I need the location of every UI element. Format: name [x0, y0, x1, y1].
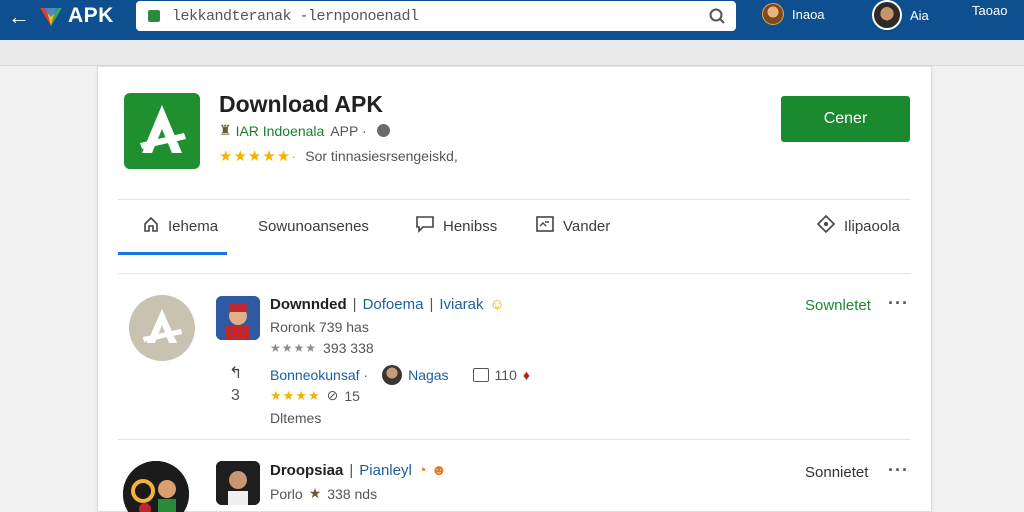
avatar[interactable] — [216, 296, 260, 340]
item-link-user[interactable]: Nagas — [408, 367, 448, 383]
avatar[interactable] — [382, 365, 403, 385]
top-user-1[interactable]: Inaoa — [762, 3, 825, 25]
app-subtitle: ♜ IAR Indoenala APP · — [219, 122, 390, 139]
comment-count: 15 — [344, 387, 360, 404]
meta-star-icon: ★ — [308, 485, 322, 501]
more-options-icon[interactable]: ··· — [888, 293, 909, 314]
developer-badge-icon: ♜ — [219, 122, 232, 138]
tab-label: Ilipaoola — [844, 217, 900, 235]
item-rating: ★★★★ 393 338 — [270, 340, 374, 356]
status-label: Sownletet — [805, 297, 871, 314]
app-rating: ★★★★★· Sor tinnasiesrsengeiskd, — [219, 147, 458, 165]
emoji-icon: ☺ — [489, 296, 505, 313]
tab-second[interactable]: Sowunoansenes — [258, 215, 369, 237]
toolbar-strip — [0, 40, 1024, 66]
item-tag[interactable]: Pianleyl — [359, 462, 412, 479]
primary-action-button[interactable]: Cener — [781, 96, 910, 142]
image-icon — [535, 215, 555, 237]
rating-count: 393 338 — [323, 340, 374, 356]
back-arrow-icon[interactable]: ← — [8, 6, 30, 28]
developer-name[interactable]: IAR Indoenala — [236, 123, 325, 139]
puzzle-icon — [816, 214, 836, 238]
item-tag[interactable]: Dofoema — [363, 296, 424, 313]
divider — [118, 199, 911, 200]
item-link-row: Bonneokunsaf · Nagas 110 ♦ — [270, 365, 530, 385]
search-icon[interactable] — [708, 7, 726, 25]
item-tag[interactable]: Iviarak — [439, 296, 483, 313]
top-user-name: Taoao — [972, 3, 1008, 18]
item-meta: Porlo ★ 338 nds — [270, 485, 377, 502]
item-meta-text: Porlo — [270, 485, 303, 502]
item-logo-icon — [129, 295, 195, 361]
tab-third[interactable]: Henibss — [415, 215, 497, 237]
url-bar[interactable]: lekkandteranak -lernponoenadl — [136, 1, 736, 31]
brand[interactable]: APK — [38, 4, 114, 28]
share-icon[interactable]: ↰ — [229, 363, 242, 383]
avatar — [872, 0, 902, 30]
item-title-row: Droopsiaa | Pianleyl ◔ ☻ — [270, 462, 447, 479]
item-logo-icon — [123, 461, 189, 512]
rating-stars: ★★★★★· — [219, 148, 298, 165]
active-tab-indicator — [118, 252, 227, 255]
chat-icon — [415, 215, 435, 237]
avatar — [762, 3, 784, 25]
tab-label: Vander — [563, 217, 611, 235]
url-text: lekkandteranak -lernponoenadl — [172, 7, 419, 25]
item-meta-count: 338 nds — [327, 485, 378, 502]
tab-fifth[interactable]: Ilipaoola — [816, 214, 900, 238]
more-options-icon[interactable]: ··· — [888, 460, 909, 481]
avatar[interactable] — [216, 461, 260, 505]
tab-label: Sowunoansenes — [258, 217, 369, 235]
top-user-2[interactable]: Aia — [872, 0, 929, 30]
item-count: 110 — [494, 367, 517, 383]
tab-home[interactable]: Iehema — [142, 215, 218, 237]
app-tagline: Sor tinnasiesrsengeiskd, — [305, 148, 458, 164]
fire-icon: ♦ — [522, 367, 531, 383]
app-card: Download APK ♜ IAR Indoenala APP · ★★★★★… — [97, 66, 932, 512]
item-sub-rating: ★★★★ ⊘ 15 — [270, 387, 360, 404]
item-side-number: 3 — [231, 387, 240, 404]
rating-stars: ★★★★ — [270, 341, 318, 355]
info-icon[interactable] — [376, 124, 390, 137]
app-category: APP · — [330, 122, 367, 139]
app-title: Download APK — [219, 91, 383, 117]
app-logo-icon — [124, 93, 200, 169]
emoji-icon: ◔ ☻ — [417, 462, 447, 479]
item-title-row: Downnded | Dofoema | Iviarak ☺ — [270, 296, 505, 313]
brand-name: APK — [68, 4, 114, 27]
status-label: Sonnietet — [805, 464, 869, 481]
brand-logo-icon — [38, 5, 64, 27]
message-icon — [472, 368, 489, 382]
home-icon — [142, 215, 160, 237]
top-user-3[interactable]: Taoao — [972, 3, 1007, 18]
lock-icon — [148, 10, 160, 22]
top-user-name: Inaoa — [792, 6, 825, 22]
item-footer: Dltemes — [270, 410, 322, 426]
top-user-name: Aia — [910, 7, 929, 23]
item-link[interactable]: Bonneokunsaf · — [270, 367, 368, 383]
divider — [118, 273, 911, 274]
item-title[interactable]: Droopsiaa — [270, 462, 343, 479]
rating-stars: ★★★★ — [270, 387, 321, 403]
tab-label: Henibss — [443, 217, 498, 235]
tab-fourth[interactable]: Vander — [535, 215, 610, 237]
divider — [118, 439, 911, 440]
tab-label: Iehema — [168, 217, 219, 235]
comment-icon: ⊘ — [326, 387, 339, 403]
item-title[interactable]: Downnded — [270, 296, 347, 313]
item-meta: Roronk 739 has — [270, 319, 369, 335]
top-bar: ← APK lekkandteranak -lernponoenadl Inao… — [0, 0, 1024, 40]
